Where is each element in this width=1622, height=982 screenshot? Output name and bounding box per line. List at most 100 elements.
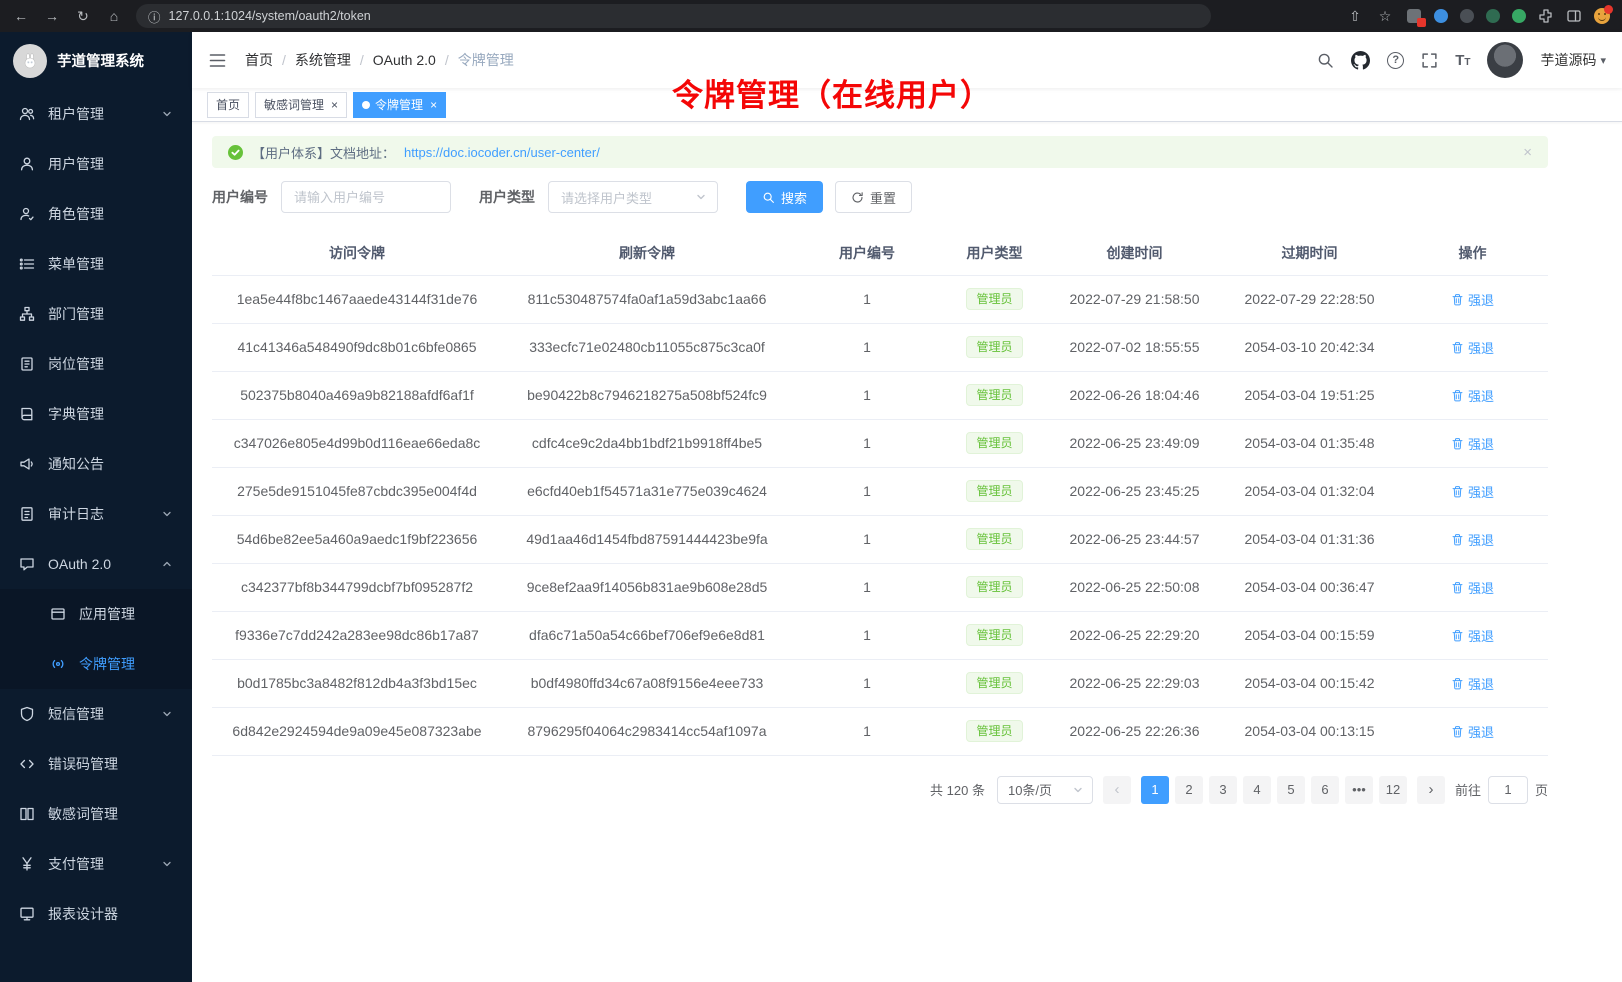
sidebar-item-report[interactable]: 报表设计器 bbox=[0, 889, 192, 939]
sidebar-item-token[interactable]: 令牌管理 bbox=[0, 639, 192, 689]
pager-page-1[interactable]: 1 bbox=[1141, 776, 1169, 804]
extension-dark-icon[interactable] bbox=[1460, 9, 1474, 23]
sidebar-item-dict[interactable]: 字典管理 bbox=[0, 389, 192, 439]
page-size-select[interactable]: 10条/页 bbox=[997, 776, 1093, 804]
broadcast-icon bbox=[50, 656, 66, 672]
pager-ellipsis[interactable]: ••• bbox=[1345, 776, 1373, 804]
fullscreen-icon[interactable] bbox=[1421, 52, 1438, 69]
breadcrumb-item-0[interactable]: 首页 bbox=[245, 50, 273, 70]
reset-button[interactable]: 重置 bbox=[835, 181, 912, 213]
trash-icon bbox=[1451, 341, 1464, 354]
next-page-button[interactable]: › bbox=[1417, 776, 1445, 804]
force-logout-button[interactable]: 强退 bbox=[1451, 434, 1494, 453]
sidebar-item-role[interactable]: 角色管理 bbox=[0, 189, 192, 239]
sidebar-item-notice[interactable]: 通知公告 bbox=[0, 439, 192, 489]
sidebar-item-tenant[interactable]: 租户管理 bbox=[0, 89, 192, 139]
font-size-icon[interactable]: TT bbox=[1455, 52, 1470, 69]
home-icon[interactable]: ⌂ bbox=[105, 0, 123, 32]
user-avatar[interactable] bbox=[1487, 42, 1523, 78]
user-type-select[interactable]: 请选择用户类型 bbox=[548, 181, 718, 213]
shield-icon bbox=[19, 706, 35, 722]
force-logout-button[interactable]: 强退 bbox=[1451, 626, 1494, 645]
access-token-cell: 275e5de9151045fe87cbdc395e004f4d bbox=[212, 467, 502, 515]
share-icon[interactable]: ⇧ bbox=[1346, 0, 1364, 32]
extension-badged-icon[interactable] bbox=[1406, 8, 1422, 24]
app-logo[interactable]: 芋道管理系统 bbox=[0, 32, 192, 89]
search-button[interactable]: 搜索 bbox=[746, 181, 823, 213]
prev-page-button[interactable]: ‹ bbox=[1103, 776, 1131, 804]
user-menu[interactable]: 芋道源码▾ bbox=[1540, 50, 1606, 70]
url-bar[interactable]: ⓘ 127.0.0.1:1024/system/oauth2/token bbox=[136, 4, 1211, 28]
breadcrumb-item-1[interactable]: 系统管理 bbox=[295, 50, 351, 70]
user-id-cell: 1 bbox=[792, 371, 942, 419]
sidebar-item-dept[interactable]: 部门管理 bbox=[0, 289, 192, 339]
force-logout-button[interactable]: 强退 bbox=[1451, 386, 1494, 405]
extension-darkgreen-icon[interactable] bbox=[1486, 9, 1500, 23]
sidebar-item-pay[interactable]: 支付管理 bbox=[0, 839, 192, 889]
sidebar-item-app[interactable]: 应用管理 bbox=[0, 589, 192, 639]
pager-page-6[interactable]: 6 bbox=[1311, 776, 1339, 804]
force-logout-button[interactable]: 强退 bbox=[1451, 722, 1494, 741]
tab-close-icon[interactable]: × bbox=[331, 99, 338, 111]
back-icon[interactable]: ← bbox=[12, 0, 30, 32]
created-time-cell: 2022-06-25 22:29:03 bbox=[1047, 659, 1222, 707]
force-logout-button[interactable]: 强退 bbox=[1451, 578, 1494, 597]
sidebar-item-label: 部门管理 bbox=[48, 304, 104, 324]
table-row: 41c41346a548490f9dc8b01c6bfe0865333ecfc7… bbox=[212, 323, 1548, 371]
breadcrumb-item-2[interactable]: OAuth 2.0 bbox=[373, 52, 436, 68]
page-content: 【用户体系】文档地址： https://doc.iocoder.cn/user-… bbox=[192, 122, 1622, 804]
sidebar-item-user[interactable]: 用户管理 bbox=[0, 139, 192, 189]
profile-avatar-icon[interactable] bbox=[1594, 8, 1610, 24]
sidebar-item-label: 支付管理 bbox=[48, 854, 104, 874]
force-logout-button[interactable]: 强退 bbox=[1451, 482, 1494, 501]
sidebar-item-post[interactable]: 岗位管理 bbox=[0, 339, 192, 389]
extension-green-icon[interactable] bbox=[1512, 9, 1526, 23]
sidebar-item-sms[interactable]: 短信管理 bbox=[0, 689, 192, 739]
alert-close-icon[interactable]: × bbox=[1523, 144, 1532, 161]
sidebar-item-label: 用户管理 bbox=[48, 154, 104, 174]
pager-page-4[interactable]: 4 bbox=[1243, 776, 1271, 804]
sidebar-item-auditlog[interactable]: 审计日志 bbox=[0, 489, 192, 539]
pager-page-12[interactable]: 12 bbox=[1379, 776, 1407, 804]
user-type-label: 用户类型 bbox=[479, 187, 535, 207]
site-info-icon[interactable]: ⓘ bbox=[148, 7, 161, 26]
tab-home[interactable]: 首页 bbox=[207, 92, 249, 118]
pager-page-2[interactable]: 2 bbox=[1175, 776, 1203, 804]
extension-blue-icon[interactable] bbox=[1434, 9, 1448, 23]
bookmark-star-icon[interactable]: ☆ bbox=[1376, 0, 1394, 32]
help-icon[interactable]: ? bbox=[1387, 52, 1404, 69]
trash-icon bbox=[1451, 485, 1464, 498]
tab-sensitive[interactable]: 敏感词管理× bbox=[255, 92, 347, 118]
force-logout-button[interactable]: 强退 bbox=[1451, 338, 1494, 357]
refresh-token-cell: b0df4980ffd34c67a08f9156e4eee733 bbox=[502, 659, 792, 707]
tab-close-icon[interactable]: × bbox=[430, 99, 437, 111]
doc-link[interactable]: https://doc.iocoder.cn/user-center/ bbox=[404, 145, 600, 160]
pager-page-3[interactable]: 3 bbox=[1209, 776, 1237, 804]
goto-page-input[interactable] bbox=[1488, 776, 1528, 804]
table-body: 1ea5e44f8bc1467aaede43144f31de76811c5304… bbox=[212, 275, 1548, 755]
goto-page: 前往 页 bbox=[1455, 776, 1548, 804]
tree-icon bbox=[19, 306, 35, 322]
split-view-icon[interactable] bbox=[1566, 8, 1582, 24]
force-logout-button[interactable]: 强退 bbox=[1451, 530, 1494, 549]
sidebar-item-errcode[interactable]: 错误码管理 bbox=[0, 739, 192, 789]
tab-token[interactable]: 令牌管理× bbox=[353, 92, 446, 118]
reload-icon[interactable]: ↻ bbox=[74, 0, 92, 32]
forward-icon[interactable]: → bbox=[43, 0, 61, 32]
github-icon[interactable] bbox=[1351, 51, 1370, 70]
user-type-badge: 管理员 bbox=[966, 576, 1022, 598]
force-logout-button[interactable]: 强退 bbox=[1451, 290, 1494, 309]
puzzle-extensions-icon[interactable] bbox=[1538, 8, 1554, 24]
book-icon bbox=[19, 406, 35, 422]
force-logout-button[interactable]: 强退 bbox=[1451, 674, 1494, 693]
menu-fold-icon[interactable] bbox=[208, 51, 227, 70]
user-id-input[interactable] bbox=[281, 181, 451, 213]
trash-icon bbox=[1451, 581, 1464, 594]
sidebar-item-menu[interactable]: 菜单管理 bbox=[0, 239, 192, 289]
sidebar-item-oauth[interactable]: OAuth 2.0 bbox=[0, 539, 192, 589]
pager-page-5[interactable]: 5 bbox=[1277, 776, 1305, 804]
created-time-cell: 2022-07-29 21:58:50 bbox=[1047, 275, 1222, 323]
sidebar-item-sensitive[interactable]: 敏感词管理 bbox=[0, 789, 192, 839]
search-icon[interactable] bbox=[1317, 52, 1334, 69]
user-type-badge: 管理员 bbox=[966, 624, 1022, 646]
